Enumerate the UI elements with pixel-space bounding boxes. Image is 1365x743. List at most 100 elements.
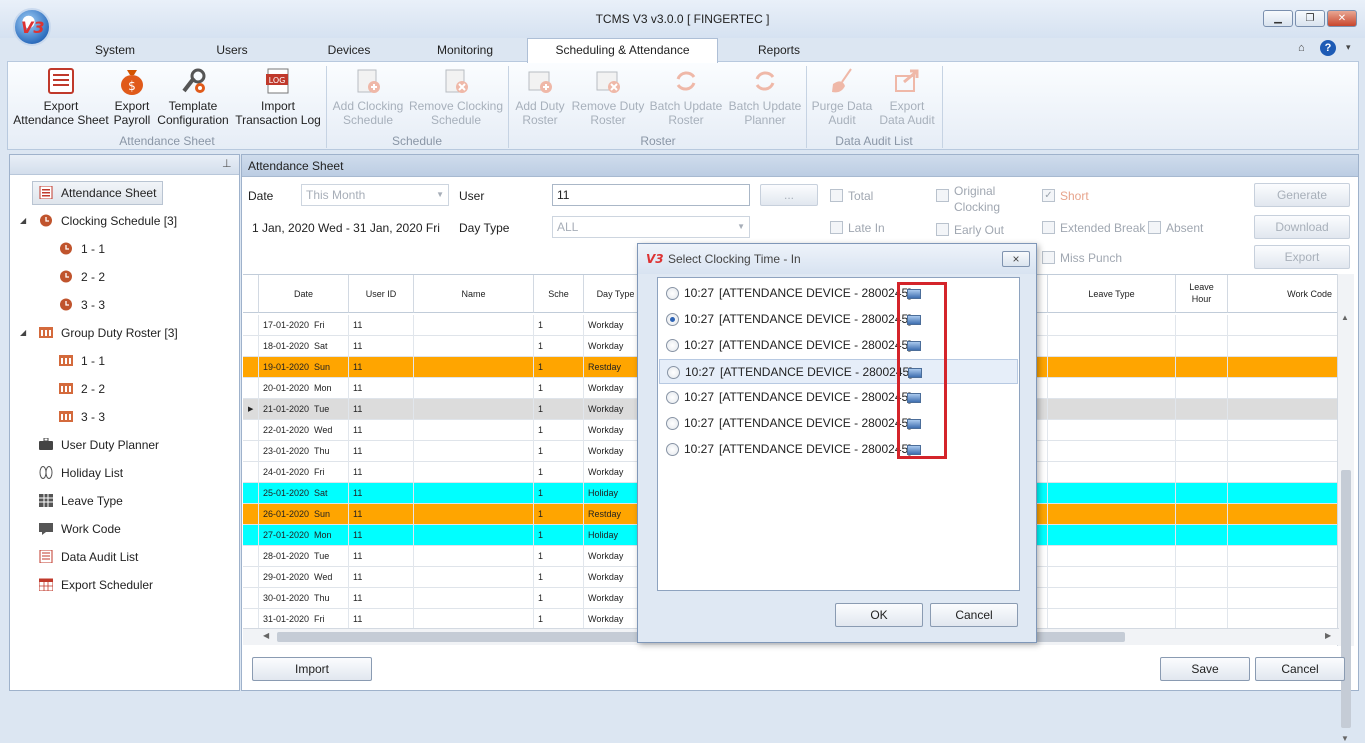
- cell-leave-hour[interactable]: [1176, 462, 1228, 483]
- tree-item[interactable]: Export Scheduler: [38, 575, 153, 595]
- cell-user-id[interactable]: 11: [349, 588, 414, 609]
- cell-name[interactable]: [414, 441, 534, 462]
- tab-system-settings[interactable]: System Settings: [72, 42, 158, 73]
- cell-leave-hour[interactable]: [1176, 609, 1228, 630]
- cell-work-code[interactable]: [1228, 567, 1339, 588]
- cell-leave-hour[interactable]: [1176, 588, 1228, 609]
- cell-work-code[interactable]: [1228, 462, 1339, 483]
- cell-leave-hour[interactable]: [1176, 378, 1228, 399]
- cell-user-id[interactable]: 11: [349, 315, 414, 336]
- original-clocking-checkbox[interactable]: [936, 189, 949, 202]
- tree-item[interactable]: Holiday List: [39, 463, 123, 483]
- vertical-scroll-thumb[interactable]: [1341, 470, 1351, 728]
- cell-sche[interactable]: 1: [534, 567, 584, 588]
- template-configuration-button[interactable]: Template Configuration: [154, 66, 232, 127]
- cell-leave-hour[interactable]: [1176, 315, 1228, 336]
- cell-date[interactable]: 18-01-2020 Sat: [259, 336, 349, 357]
- cell-date[interactable]: 31-01-2020 Fri: [259, 609, 349, 630]
- cell-user-id[interactable]: 11: [349, 441, 414, 462]
- tab-reports[interactable]: Reports: [756, 42, 802, 62]
- tree-item[interactable]: 1 - 1: [59, 351, 105, 371]
- export-attendance-sheet-button[interactable]: Export Attendance Sheet: [12, 66, 110, 127]
- batch-update-roster-button[interactable]: Batch Update Roster: [648, 66, 724, 127]
- column-header-work-code[interactable]: Work Code: [1228, 275, 1339, 313]
- clocking-option[interactable]: 10:27 [ATTENDANCE DEVICE - 2800245]: [659, 333, 1018, 358]
- clocking-option[interactable]: 10:27 [ATTENDANCE DEVICE - 2800245]: [659, 437, 1018, 462]
- column-header-name[interactable]: Name: [414, 275, 534, 313]
- collapse-ribbon-icon[interactable]: ⌂: [1298, 42, 1305, 54]
- add-duty-roster-button[interactable]: Add Duty Roster: [512, 66, 568, 127]
- cell-user-id[interactable]: 11: [349, 399, 414, 420]
- cell-user-id[interactable]: 11: [349, 609, 414, 630]
- tree-item[interactable]: 1 - 1: [59, 239, 105, 259]
- cell-leave-type[interactable]: [1048, 420, 1176, 441]
- clocking-option[interactable]: 10:27 [ATTENDANCE DEVICE - 2800245]: [659, 411, 1018, 436]
- expand-toggle-icon[interactable]: ◢: [20, 328, 26, 337]
- cell-work-code[interactable]: [1228, 399, 1339, 420]
- cell-work-code[interactable]: [1228, 588, 1339, 609]
- user-field[interactable]: 11: [552, 184, 750, 206]
- column-header-leave-hour[interactable]: Leave Hour: [1176, 275, 1228, 313]
- cell-work-code[interactable]: [1228, 441, 1339, 462]
- cell-work-code[interactable]: [1228, 504, 1339, 525]
- cell-date[interactable]: 17-01-2020 Fri: [259, 315, 349, 336]
- generate-button[interactable]: Generate: [1254, 183, 1350, 207]
- cell-date[interactable]: 19-01-2020 Sun: [259, 357, 349, 378]
- cell-user-id[interactable]: 11: [349, 504, 414, 525]
- dialog-close-button[interactable]: ×: [1002, 251, 1030, 267]
- cell-name[interactable]: [414, 315, 534, 336]
- tree-item[interactable]: Attendance Sheet: [32, 181, 164, 205]
- cell-date[interactable]: 24-01-2020 Fri: [259, 462, 349, 483]
- cell-leave-type[interactable]: [1048, 399, 1176, 420]
- tree-item[interactable]: 2 - 2: [59, 267, 105, 287]
- cell-work-code[interactable]: [1228, 420, 1339, 441]
- import-transaction-log-button[interactable]: LOG Import Transaction Log: [234, 66, 322, 127]
- cell-work-code[interactable]: [1228, 525, 1339, 546]
- cell-leave-type[interactable]: [1048, 483, 1176, 504]
- miss-punch-checkbox[interactable]: [1042, 251, 1055, 264]
- short-checkbox[interactable]: ✓: [1042, 189, 1055, 202]
- cell-user-id[interactable]: 11: [349, 378, 414, 399]
- export-button[interactable]: Export: [1254, 245, 1350, 269]
- close-button[interactable]: ✕: [1327, 10, 1357, 27]
- cell-name[interactable]: [414, 609, 534, 630]
- remove-duty-roster-button[interactable]: Remove Duty Roster: [570, 66, 646, 127]
- column-header-sche[interactable]: Sche: [534, 275, 584, 313]
- cell-user-id[interactable]: 11: [349, 546, 414, 567]
- export-data-audit-button[interactable]: Export Data Audit: [876, 66, 938, 127]
- maximize-button[interactable]: ❐: [1295, 10, 1325, 27]
- cell-leave-type[interactable]: [1048, 315, 1176, 336]
- radio-button[interactable]: [666, 313, 679, 326]
- radio-button[interactable]: [666, 339, 679, 352]
- cell-date[interactable]: 28-01-2020 Tue: [259, 546, 349, 567]
- tree-item[interactable]: Leave Type: [39, 491, 123, 511]
- cell-sche[interactable]: 1: [534, 462, 584, 483]
- cell-name[interactable]: [414, 378, 534, 399]
- cell-user-id[interactable]: 11: [349, 336, 414, 357]
- tab-monitoring[interactable]: Monitoring: [434, 42, 496, 62]
- cell-name[interactable]: [414, 399, 534, 420]
- total-checkbox[interactable]: [830, 189, 843, 202]
- cell-work-code[interactable]: [1228, 357, 1339, 378]
- tree-item[interactable]: Group Duty Roster [3]: [39, 323, 178, 343]
- cell-name[interactable]: [414, 483, 534, 504]
- cell-leave-hour[interactable]: [1176, 525, 1228, 546]
- cell-user-id[interactable]: 11: [349, 525, 414, 546]
- tree-item[interactable]: 2 - 2: [59, 379, 105, 399]
- extended-break-checkbox[interactable]: [1042, 221, 1055, 234]
- save-button[interactable]: Save: [1160, 657, 1250, 681]
- cell-work-code[interactable]: [1228, 609, 1339, 630]
- scroll-left-icon[interactable]: ◀: [263, 631, 269, 640]
- tree-item[interactable]: Data Audit List: [39, 547, 138, 567]
- vertical-scrollbar[interactable]: ▲ ▼: [1337, 274, 1354, 743]
- cell-sche[interactable]: 1: [534, 336, 584, 357]
- tree-item[interactable]: 3 - 3: [59, 407, 105, 427]
- cell-work-code[interactable]: [1228, 483, 1339, 504]
- cell-sche[interactable]: 1: [534, 525, 584, 546]
- tab-scheduling-attendance[interactable]: Scheduling & Attendance: [527, 38, 718, 63]
- cell-work-code[interactable]: [1228, 546, 1339, 567]
- clocking-option[interactable]: 10:27 [ATTENDANCE DEVICE - 2800245]: [659, 281, 1018, 306]
- cell-leave-hour[interactable]: [1176, 504, 1228, 525]
- import-button[interactable]: Import: [252, 657, 372, 681]
- cell-leave-hour[interactable]: [1176, 420, 1228, 441]
